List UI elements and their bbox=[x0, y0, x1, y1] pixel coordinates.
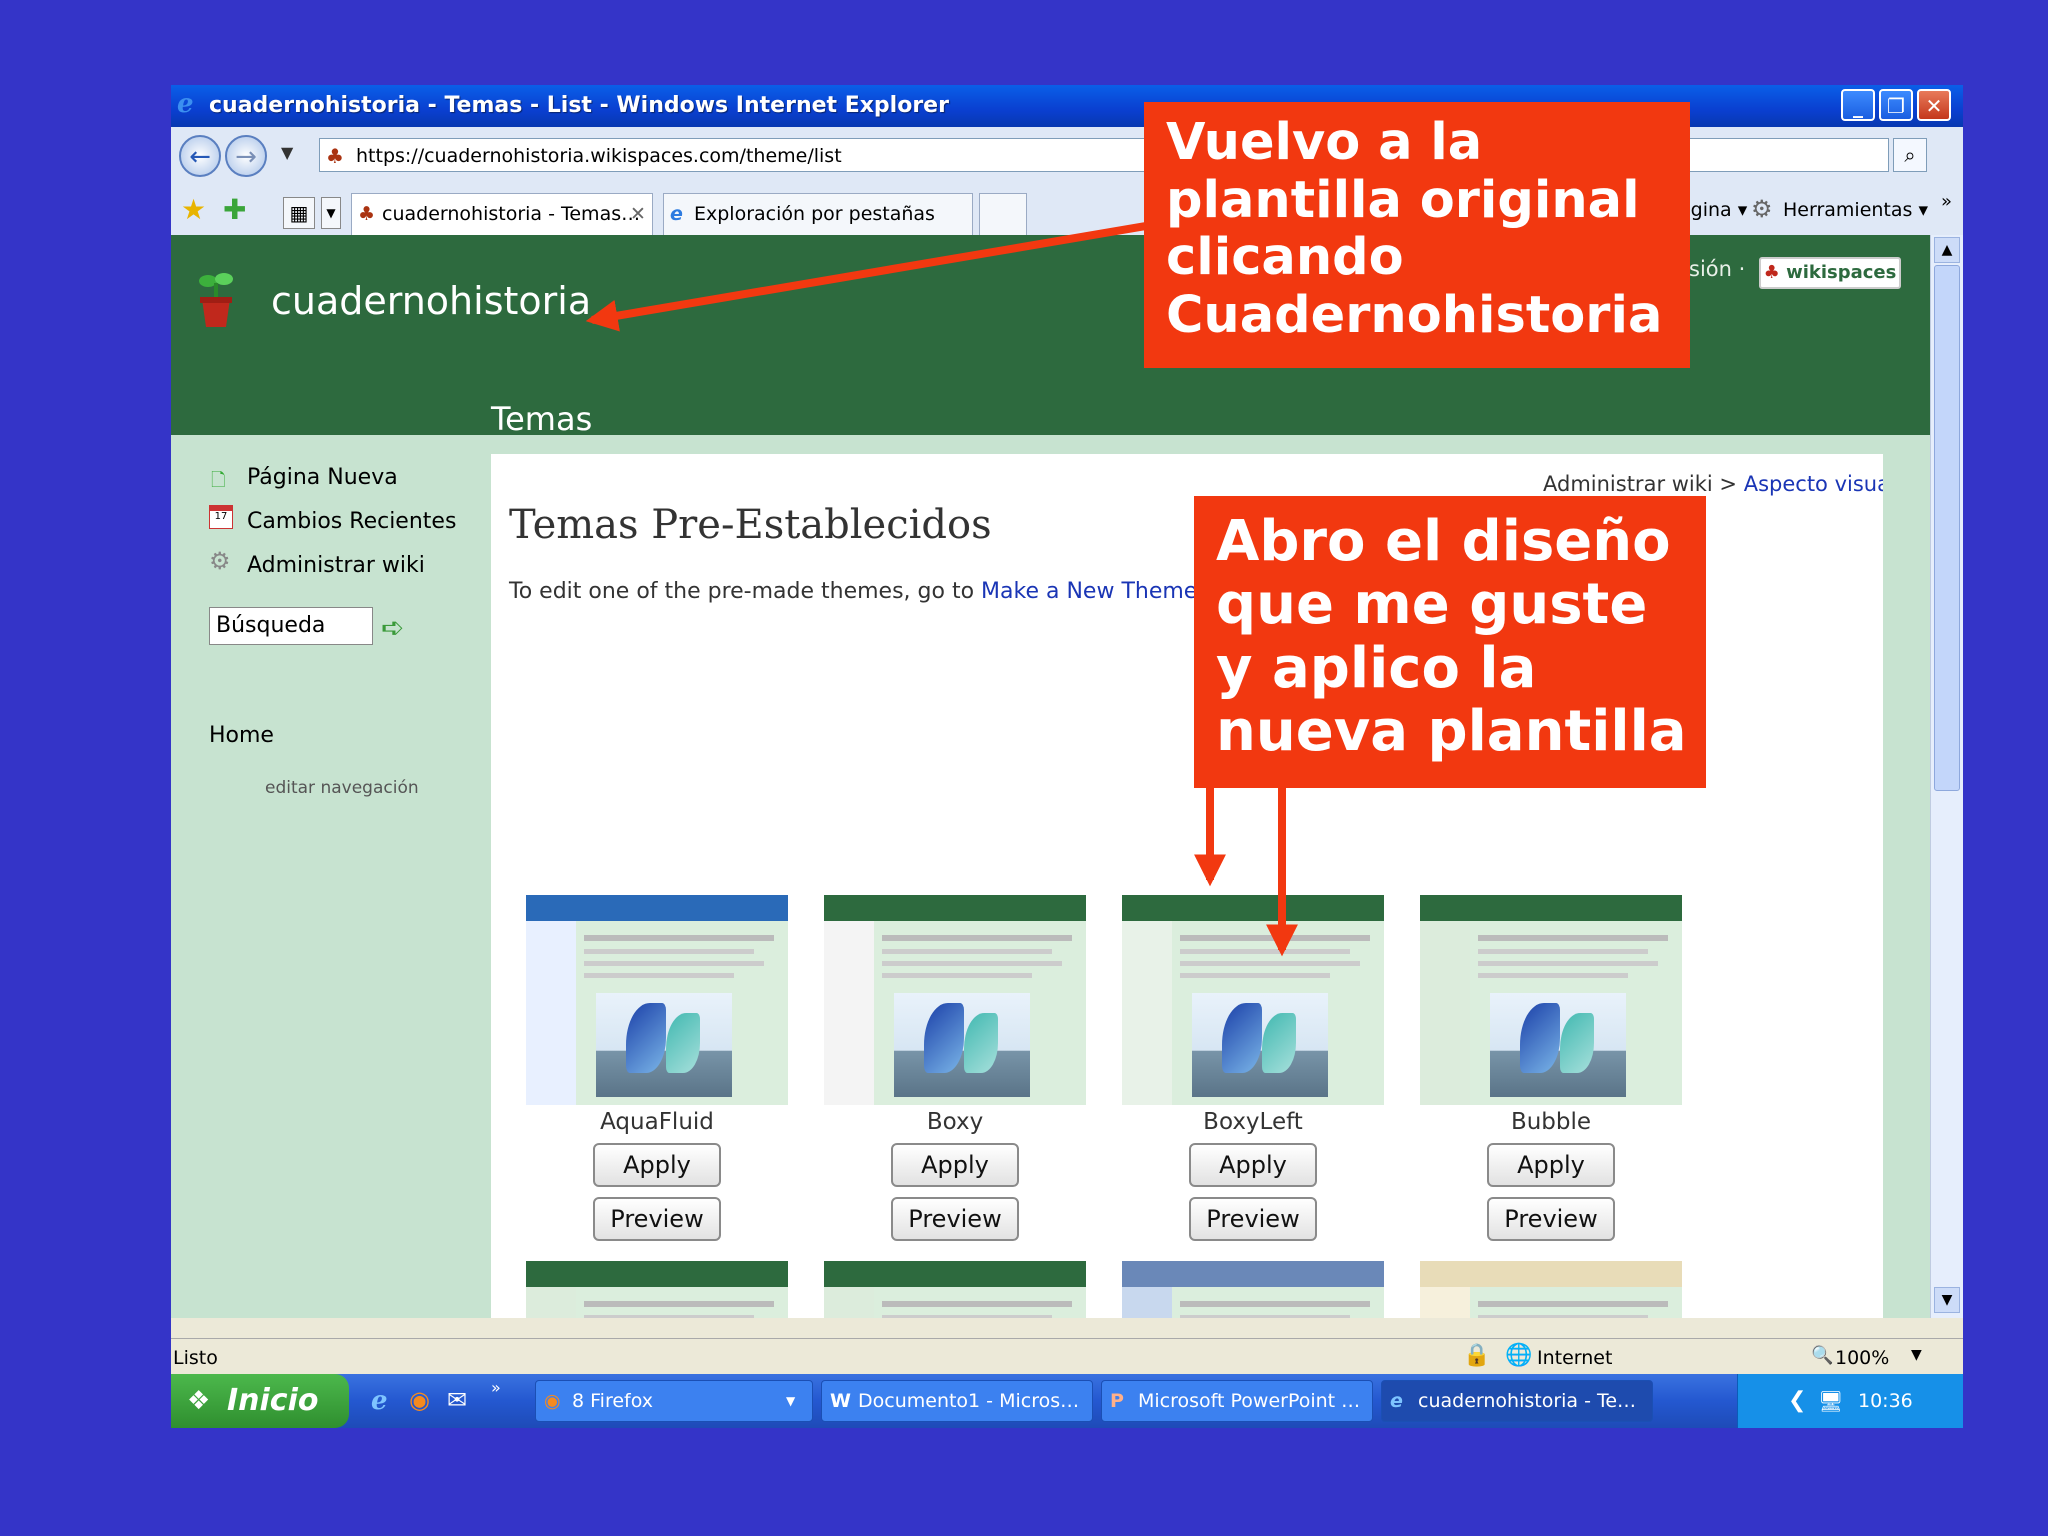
arrow-to-site-name bbox=[585, 222, 1147, 332]
annotation-arrows bbox=[585, 222, 1298, 957]
